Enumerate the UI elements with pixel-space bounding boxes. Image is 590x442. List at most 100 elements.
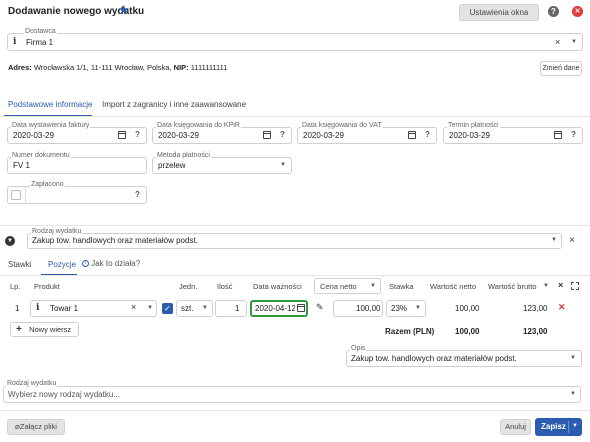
total-net-value: 100,00 xyxy=(455,327,480,336)
expand-icon[interactable] xyxy=(571,282,579,290)
info-icon: i xyxy=(36,303,40,313)
due-date-label: Termin płatności xyxy=(447,122,500,130)
calendar-icon[interactable] xyxy=(554,131,562,139)
kpir-date-label: Data księgowania do KPiR xyxy=(156,122,241,130)
chevron-down-icon[interactable]: ▼ xyxy=(280,162,286,168)
delete-row-icon[interactable]: ✕ xyxy=(558,302,566,313)
chevron-down-icon[interactable]: ▼ xyxy=(202,305,208,311)
vat-date-value: 2020-03-29 xyxy=(303,131,344,140)
help-icon[interactable]: ? xyxy=(280,130,285,139)
how-it-works-link[interactable]: i Jak to działa? xyxy=(82,259,140,269)
chevron-down-icon[interactable]: ▼ xyxy=(551,237,557,243)
qty-value: 1 xyxy=(235,304,240,313)
paid-field[interactable] xyxy=(7,186,147,204)
chevron-down-icon[interactable]: ▼ xyxy=(147,305,153,311)
favorite-star-icon[interactable]: ★ xyxy=(118,3,130,17)
unit-value: szt. xyxy=(181,304,194,313)
chevron-down-icon[interactable]: ▼ xyxy=(570,355,576,361)
tab-import-advanced[interactable]: Import z zagranicy i inne zaawansowane xyxy=(102,100,246,110)
calendar-icon[interactable] xyxy=(263,131,271,139)
tab-basic-info[interactable]: Podstawowe informacje xyxy=(8,100,92,110)
paid-divider xyxy=(25,187,26,203)
subtab-divider xyxy=(0,275,590,276)
col-unit: Jedn. xyxy=(179,282,198,291)
supplier-label: Dostawca xyxy=(24,28,57,36)
product-value: Towar 1 xyxy=(50,304,79,313)
rate-value: 23% xyxy=(391,304,408,313)
qty-field[interactable] xyxy=(215,300,247,317)
change-data-button[interactable]: Zmień dane xyxy=(540,61,582,76)
pencil-icon[interactable]: ✎ xyxy=(316,302,324,313)
clear-rows-icon[interactable]: × xyxy=(558,280,563,290)
info-icon: i xyxy=(13,37,17,47)
plus-icon: + xyxy=(16,324,22,335)
chevron-down-icon[interactable]: ▼ xyxy=(572,423,578,429)
help-icon[interactable]: ? xyxy=(571,130,576,139)
chevron-down-icon[interactable]: ▼ xyxy=(570,391,576,397)
row-lp: 1 xyxy=(15,304,20,313)
supplier-select[interactable] xyxy=(7,33,583,51)
tab-rates[interactable]: Stawki xyxy=(8,260,32,270)
price-mode-value: Cena netto xyxy=(320,282,357,291)
save-divider xyxy=(568,421,569,433)
add-row-button[interactable]: + Nowy wiersz xyxy=(10,322,79,337)
payment-method-value: przelew xyxy=(158,161,186,170)
doc-number-label: Numer dokumentu xyxy=(11,152,71,160)
doc-number-value: FV 1 xyxy=(13,161,30,170)
col-rate: Stawka xyxy=(389,282,414,291)
description-label: Opis xyxy=(350,345,367,353)
row-gross-value: 123,00 xyxy=(523,304,548,313)
total-gross-value: 123,00 xyxy=(523,327,548,336)
supplier-address: Adres: Wrocławska 1/1, 11-111 Wrocław, P… xyxy=(8,63,228,72)
calendar-icon[interactable] xyxy=(118,131,126,139)
description-value: Zakup tow. handlowych oraz materiałów po… xyxy=(351,354,517,363)
chevron-down-icon[interactable]: ▼ xyxy=(571,39,577,45)
col-qty: Ilość xyxy=(217,282,233,291)
total-label: Razem (PLN) xyxy=(385,327,435,336)
attach-files-button[interactable]: ⌀Załącz pliki xyxy=(7,419,65,435)
col-product: Produkt xyxy=(34,282,60,291)
chevron-down-icon[interactable]: ▼ xyxy=(543,283,549,289)
help-icon[interactable]: ? xyxy=(425,130,430,139)
kpir-date-value: 2020-03-29 xyxy=(158,131,199,140)
payment-method-label: Metoda płatności xyxy=(156,152,211,160)
tab-divider xyxy=(0,116,590,117)
calendar-icon[interactable] xyxy=(408,131,416,139)
section-divider xyxy=(0,225,590,226)
collapse-icon[interactable]: ▼ xyxy=(5,236,15,246)
help-icon[interactable]: ? xyxy=(548,6,559,17)
col-gross: Wartość brutto xyxy=(488,282,537,291)
save-button[interactable]: Zapisz ▼ xyxy=(535,418,582,436)
supplier-value: Firma 1 xyxy=(26,38,54,47)
issue-date-value: 2020-03-29 xyxy=(13,131,54,140)
due-date-value: 2020-03-29 xyxy=(449,131,490,140)
vat-date-label: Data księgowania do VAT xyxy=(301,122,383,130)
clear-icon[interactable]: × xyxy=(555,37,560,47)
paid-label: Zapłacono xyxy=(30,181,65,189)
cancel-button[interactable]: Anuluj xyxy=(500,419,531,435)
help-icon[interactable]: ? xyxy=(135,130,140,139)
row-net-value: 100,00 xyxy=(455,304,480,313)
chevron-down-icon[interactable]: ▼ xyxy=(415,305,421,311)
info-circle-icon: i xyxy=(82,260,89,268)
clear-icon[interactable]: × xyxy=(131,302,136,312)
chevron-down-icon[interactable]: ▼ xyxy=(370,283,376,289)
price-value: 100,00 xyxy=(356,304,381,313)
close-window-icon[interactable]: ✕ xyxy=(572,6,583,17)
remove-expense-type-icon[interactable]: × xyxy=(569,235,575,246)
col-expiry: Data ważności xyxy=(253,282,302,291)
expense-type-value: Zakup tow. handlowych oraz materiałów po… xyxy=(32,236,198,245)
new-expense-type-label: Rodzaj wydatku xyxy=(6,380,58,388)
paid-checkbox[interactable] xyxy=(11,190,21,200)
calendar-icon[interactable] xyxy=(297,304,305,312)
new-expense-type-placeholder: Wybierz nowy rodzaj wydatku... xyxy=(8,390,120,399)
help-icon[interactable]: ? xyxy=(135,190,140,199)
issue-date-label: Data wystawienia faktury xyxy=(11,122,91,130)
row-checkbox[interactable]: ✓ xyxy=(162,303,173,314)
col-lp: Lp. xyxy=(10,282,21,291)
tab-positions[interactable]: Pozycje xyxy=(48,260,76,270)
col-net: Wartość netto xyxy=(430,282,476,291)
window-settings-button[interactable]: Ustawienia okna xyxy=(459,4,539,21)
footer-divider xyxy=(0,410,590,411)
expense-type-label: Rodzaj wydatku xyxy=(31,228,83,236)
